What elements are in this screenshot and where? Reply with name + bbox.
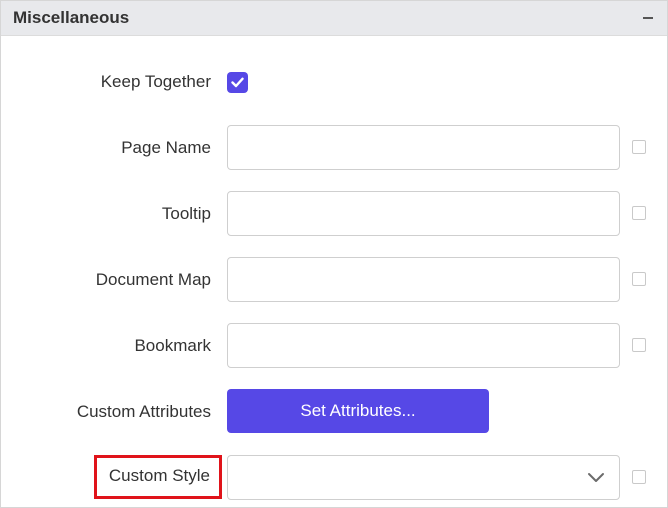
tooltip-label: Tooltip (161, 204, 211, 223)
bookmark-expression-checkbox[interactable] (632, 338, 646, 352)
panel-header[interactable]: Miscellaneous (1, 1, 667, 36)
document-map-input[interactable] (227, 257, 620, 302)
chevron-down-icon (588, 473, 604, 482)
bookmark-label: Bookmark (134, 336, 211, 355)
tooltip-input[interactable] (227, 191, 620, 236)
tooltip-expression-checkbox[interactable] (632, 206, 646, 220)
custom-style-dropdown[interactable] (227, 455, 620, 500)
page-name-expression-checkbox[interactable] (632, 140, 646, 154)
miscellaneous-panel: Miscellaneous Keep Together Page Name To… (0, 0, 668, 508)
keep-together-label: Keep Together (100, 72, 211, 91)
bookmark-input[interactable] (227, 323, 620, 368)
document-map-expression-checkbox[interactable] (632, 272, 646, 286)
checkmark-icon (231, 77, 244, 88)
page-name-label: Page Name (121, 138, 211, 157)
custom-attributes-label: Custom Attributes (76, 402, 211, 421)
custom-style-expression-checkbox[interactable] (632, 470, 646, 484)
page-name-input[interactable] (227, 125, 620, 170)
panel-title: Miscellaneous (13, 8, 130, 27)
set-attributes-button[interactable]: Set Attributes... (227, 389, 489, 433)
minus-icon[interactable] (641, 11, 657, 25)
keep-together-checkbox[interactable] (227, 72, 248, 93)
custom-style-label: Custom Style (93, 455, 222, 499)
document-map-label: Document Map (95, 270, 211, 289)
